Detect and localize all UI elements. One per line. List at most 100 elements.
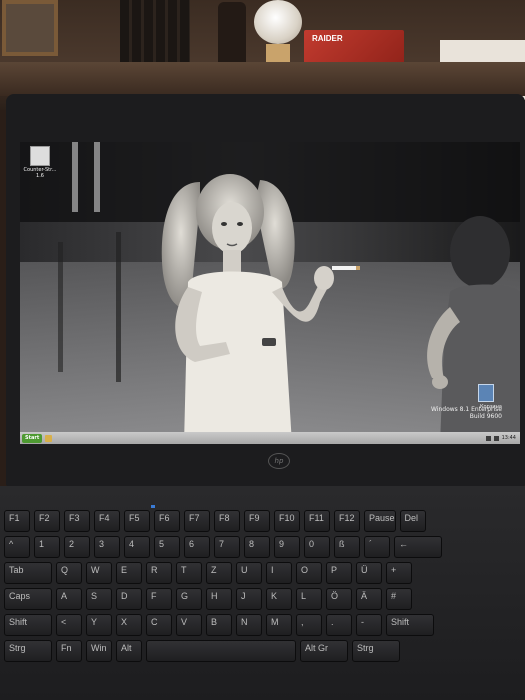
keyboard-key[interactable]: Caps xyxy=(4,588,52,610)
keyboard-key[interactable]: F12 xyxy=(334,510,360,532)
keyboard-key[interactable]: F8 xyxy=(214,510,240,532)
desktop-screen: Counter-Str... 1.6 Корзина Windows 8.1 E… xyxy=(20,142,520,444)
watermark-edition: Windows 8.1 Enterprise xyxy=(430,406,502,413)
keyboard-key[interactable]: Del xyxy=(399,510,426,532)
keyboard-key[interactable]: Strg xyxy=(4,640,52,662)
keyboard-key[interactable]: Q xyxy=(56,562,82,584)
keyboard-key[interactable]: F10 xyxy=(274,510,300,532)
keyboard-key[interactable]: 6 xyxy=(184,536,210,558)
keyboard-key[interactable]: Alt xyxy=(116,640,142,662)
keyboard-key[interactable]: X xyxy=(116,614,142,636)
keyboard-key[interactable]: Ä xyxy=(356,588,382,610)
keyboard-key[interactable]: U xyxy=(236,562,262,584)
keyboard-key[interactable]: Shift xyxy=(4,614,52,636)
keyboard-key[interactable]: Win xyxy=(86,640,112,662)
keyboard-key[interactable]: 2 xyxy=(64,536,90,558)
keyboard-key[interactable]: 8 xyxy=(244,536,270,558)
keyboard-key[interactable]: N xyxy=(236,614,262,636)
keyboard-key[interactable]: F7 xyxy=(184,510,210,532)
keyboard-key[interactable]: < xyxy=(56,614,82,636)
keyboard-key[interactable]: Shift xyxy=(386,614,434,636)
desktop-icon-counter-strike[interactable]: Counter-Str... 1.6 xyxy=(22,146,58,179)
desktop-wallpaper xyxy=(20,142,520,444)
keyboard-key[interactable]: Ü xyxy=(356,562,382,584)
keyboard-row: Shift < Y X C V B N M,. - Shift xyxy=(4,614,525,636)
lamp-globe xyxy=(254,0,302,44)
keyboard-key[interactable]: W xyxy=(86,562,112,584)
keyboard-key[interactable]: O xyxy=(296,562,322,584)
keyboard-key[interactable]: 9 xyxy=(274,536,300,558)
keyboard-key[interactable]: Tab xyxy=(4,562,52,584)
keyboard-key[interactable]: - xyxy=(356,614,382,636)
keyboard-key[interactable]: . xyxy=(326,614,352,636)
keyboard-key[interactable]: Y xyxy=(86,614,112,636)
keyboard-key[interactable]: # xyxy=(386,588,412,610)
keyboard-key[interactable]: A xyxy=(56,588,82,610)
keyboard-row: F1 F2 F3 F4 F5 F6 F7 F8 F9 F10 F11 F12 Pause Del xyxy=(4,510,525,532)
bookshelf-books xyxy=(120,0,190,64)
keyboard-key[interactable]: P xyxy=(326,562,352,584)
file-explorer-icon[interactable] xyxy=(45,434,53,442)
keyboard-key[interactable]: F11 xyxy=(304,510,330,532)
keyboard-key[interactable]: F5 xyxy=(124,510,150,532)
recycle-bin-icon[interactable] xyxy=(478,384,494,402)
keyboard-key[interactable]: L xyxy=(296,588,322,610)
keyboard-key[interactable]: 5 xyxy=(154,536,180,558)
keyboard-row: Tab Q W E R T Z U I O P Ü + xyxy=(4,562,525,584)
network-icon[interactable] xyxy=(485,435,491,441)
keyboard-key[interactable]: J xyxy=(236,588,262,610)
keyboard-key[interactable]: D xyxy=(116,588,142,610)
game-shortcut-icon xyxy=(30,146,50,166)
keyboard-key[interactable]: , xyxy=(296,614,322,636)
keyboard-row: Caps A S D F G H J K L Ö Ä # xyxy=(4,588,525,610)
keyboard-key[interactable]: V xyxy=(176,614,202,636)
keyboard-key[interactable]: ß xyxy=(334,536,360,558)
volume-icon[interactable] xyxy=(493,435,499,441)
raider-brand-text: RAIDER xyxy=(312,34,343,43)
keyboard-key[interactable]: ^ xyxy=(4,536,30,558)
keyboard-key[interactable]: C xyxy=(146,614,172,636)
keyboard-key[interactable]: 1 xyxy=(34,536,60,558)
keyboard-key[interactable]: Z xyxy=(206,562,232,584)
keyboard-key[interactable]: B xyxy=(206,614,232,636)
keyboard-key[interactable]: R xyxy=(146,562,172,584)
keyboard-key[interactable] xyxy=(146,640,296,662)
picture-frame xyxy=(2,0,58,56)
keyboard-key[interactable]: Ö xyxy=(326,588,352,610)
keyboard-key[interactable]: Fn xyxy=(56,640,82,662)
keyboard-key[interactable]: 4 xyxy=(124,536,150,558)
keyboard-key[interactable]: ´ xyxy=(364,536,390,558)
keyboard-key[interactable]: F4 xyxy=(94,510,120,532)
shelf xyxy=(0,62,525,96)
keyboard-row: ^ 1 2 3 4 5 6 7 8 9 0 ß ´ ← xyxy=(4,536,525,558)
keyboard-key[interactable]: F1 xyxy=(4,510,30,532)
keyboard-led xyxy=(151,505,155,508)
keyboard-key[interactable]: K xyxy=(266,588,292,610)
keyboard-key[interactable]: F xyxy=(146,588,172,610)
keyboard-key[interactable]: I xyxy=(266,562,292,584)
desktop-icon-label: Counter-Str... 1.6 xyxy=(23,167,57,179)
keyboard-key[interactable]: S xyxy=(86,588,112,610)
keyboard-key[interactable]: Alt Gr xyxy=(300,640,348,662)
keyboard-key[interactable]: 0 xyxy=(304,536,330,558)
keyboard-key[interactable]: T xyxy=(176,562,202,584)
keyboard-key[interactable]: G xyxy=(176,588,202,610)
keyboard-key[interactable]: E xyxy=(116,562,142,584)
watermark-build: Build 9600 xyxy=(469,413,502,420)
start-button[interactable]: Start xyxy=(22,433,43,443)
keyboard-key[interactable]: Pause xyxy=(364,510,396,532)
windows-watermark: Windows 8.1 Enterprise Build 9600 xyxy=(431,406,502,420)
keyboard-key[interactable]: F9 xyxy=(244,510,270,532)
keyboard-key[interactable]: F6 xyxy=(154,510,180,532)
keyboard-key[interactable]: + xyxy=(386,562,412,584)
keyboard-key[interactable]: ← xyxy=(394,536,442,558)
keyboard: F1 F2 F3 F4 F5 F6 F7 F8 F9 F10 F11 F12 Pause Del ^ 1 2 3 4… xyxy=(4,510,525,700)
keyboard-key[interactable]: 7 xyxy=(214,536,240,558)
keyboard-key[interactable]: 3 xyxy=(94,536,120,558)
keyboard-key[interactable]: H xyxy=(206,588,232,610)
keyboard-key[interactable]: F2 xyxy=(34,510,60,532)
keyboard-key[interactable]: F3 xyxy=(64,510,90,532)
keyboard-key[interactable]: Strg xyxy=(352,640,400,662)
keyboard-key[interactable]: M xyxy=(266,614,292,636)
taskbar-clock[interactable]: 13:44 xyxy=(502,435,516,441)
